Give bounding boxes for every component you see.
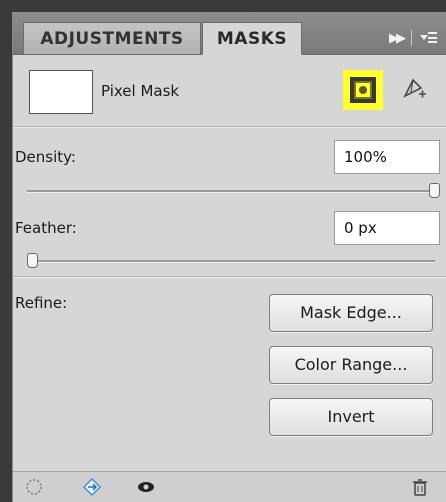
double-arrow-icon[interactable]: ▶▶ xyxy=(389,31,406,46)
pixel-mask-icon[interactable] xyxy=(343,70,383,110)
color-range-button[interactable]: Color Range... xyxy=(269,346,433,384)
refine-label: Refine: xyxy=(15,294,68,312)
mask-thumbnail[interactable] xyxy=(29,70,93,114)
trash-icon[interactable] xyxy=(409,476,431,498)
tab-adjustments[interactable]: ADJUSTMENTS xyxy=(23,22,201,54)
divider xyxy=(13,126,446,128)
load-selection-icon[interactable] xyxy=(23,476,45,498)
panel-controls: ▶▶ xyxy=(389,26,438,50)
mask-row: Pixel Mask xyxy=(13,64,446,120)
panel-footer xyxy=(13,471,446,502)
tab-masks[interactable]: MASKS xyxy=(202,22,302,55)
feather-label: Feather: xyxy=(15,219,77,237)
vector-mask-add-icon[interactable] xyxy=(399,74,429,104)
density-slider-thumb[interactable] xyxy=(429,183,440,198)
invert-button[interactable]: Invert xyxy=(269,398,433,436)
apply-mask-icon[interactable] xyxy=(81,476,103,498)
mask-edge-button[interactable]: Mask Edge... xyxy=(269,294,433,332)
tab-bar: ADJUSTMENTS MASKS ▶▶ xyxy=(13,12,446,55)
density-field[interactable]: 100% xyxy=(334,140,440,174)
visibility-eye-icon[interactable] xyxy=(135,476,157,498)
mask-type-label: Pixel Mask xyxy=(101,82,180,100)
masks-panel: ADJUSTMENTS MASKS ▶▶ Pixel Mask Density:… xyxy=(12,12,446,502)
density-slider[interactable] xyxy=(27,183,440,198)
density-label: Density: xyxy=(15,148,76,166)
feather-field[interactable]: 0 px xyxy=(334,211,440,245)
feather-slider-thumb[interactable] xyxy=(27,253,38,268)
separator xyxy=(411,30,412,46)
feather-slider[interactable] xyxy=(27,253,435,268)
panel-menu-icon[interactable] xyxy=(420,31,438,45)
divider xyxy=(13,276,446,278)
